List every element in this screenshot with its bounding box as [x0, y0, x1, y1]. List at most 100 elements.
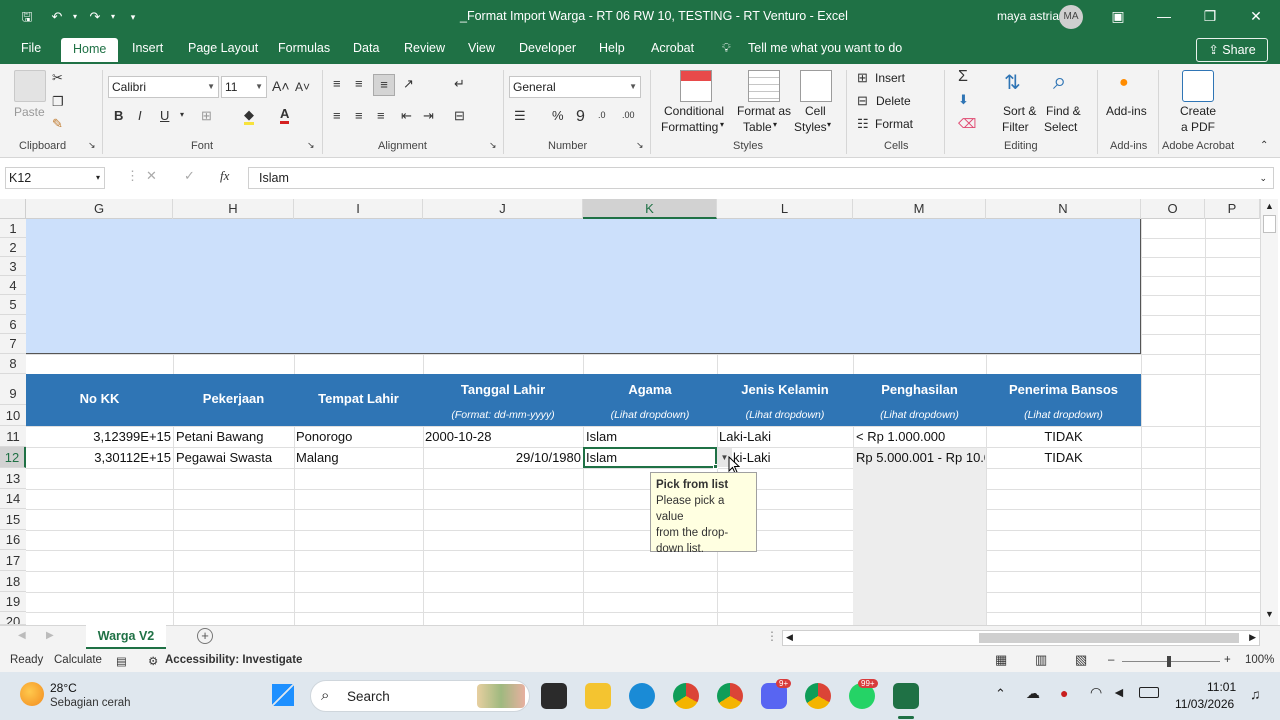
- select-all-button[interactable]: [0, 199, 26, 219]
- name-box[interactable]: K12 ▾: [5, 167, 105, 189]
- autosum-icon[interactable]: Σ: [958, 68, 968, 86]
- row-header[interactable]: 16: [0, 530, 26, 550]
- align-center-icon[interactable]: ≡: [355, 108, 363, 123]
- orientation-icon[interactable]: ↗: [403, 76, 414, 92]
- onedrive-icon[interactable]: ☁: [1026, 685, 1040, 702]
- chrome-icon[interactable]: [805, 683, 831, 709]
- conditional-formatting-label-1[interactable]: Conditional: [664, 104, 724, 118]
- sort-filter-label-2[interactable]: Filter: [1002, 120, 1029, 134]
- chrome-icon[interactable]: [717, 683, 743, 709]
- format-as-table-label-1[interactable]: Format as: [737, 104, 791, 118]
- ribbon-display-icon[interactable]: ▣: [1103, 5, 1133, 27]
- tab-formulas[interactable]: Formulas: [278, 41, 330, 55]
- create-pdf-label-2[interactable]: a PDF: [1181, 120, 1215, 134]
- create-pdf-label-1[interactable]: Create: [1180, 104, 1216, 118]
- cell-penghasilan[interactable]: < Rp 1.000.000: [856, 427, 985, 447]
- cell-pekerjaan[interactable]: Petani Bawang: [176, 427, 293, 447]
- header-jenis-kelamin[interactable]: Jenis Kelamin: [717, 382, 853, 397]
- scroll-right-icon[interactable]: ▶: [1249, 632, 1256, 643]
- format-as-table-label-2[interactable]: Table: [743, 120, 772, 134]
- row-header[interactable]: 20: [0, 612, 26, 625]
- row-header[interactable]: 11: [0, 426, 26, 447]
- font-launcher-icon[interactable]: ↘: [307, 140, 315, 151]
- cell-no-kk[interactable]: 3,30112E+15: [26, 448, 171, 468]
- cell-no-kk[interactable]: 3,12399E+15: [26, 427, 171, 447]
- horizontal-scroll-thumb[interactable]: [979, 633, 1239, 643]
- cell-styles-label-1[interactable]: Cell: [805, 104, 826, 118]
- status-calculate[interactable]: Calculate: [54, 654, 102, 666]
- fill-icon[interactable]: ⬇: [958, 92, 969, 108]
- zoom-level[interactable]: 100%: [1245, 654, 1274, 666]
- format-painter-icon[interactable]: ✎: [52, 116, 63, 132]
- number-launcher-icon[interactable]: ↘: [636, 140, 644, 151]
- excel-icon[interactable]: [893, 683, 919, 709]
- minimize-icon[interactable]: —: [1149, 5, 1179, 27]
- format-cells-icon[interactable]: ☷: [857, 116, 869, 132]
- edge-icon[interactable]: [629, 683, 655, 709]
- merged-blue-area[interactable]: [26, 219, 1141, 354]
- row-header[interactable]: 1: [0, 219, 26, 238]
- accessibility-icon[interactable]: ⚙: [148, 654, 158, 668]
- tab-help[interactable]: Help: [599, 41, 625, 55]
- row-header[interactable]: 17: [0, 550, 26, 571]
- create-pdf-icon[interactable]: [1182, 70, 1214, 102]
- align-middle-icon[interactable]: ≡: [355, 76, 363, 91]
- customize-qat-icon[interactable]: ▾: [124, 8, 142, 26]
- underline-icon[interactable]: U: [160, 108, 169, 123]
- cell-tanggal-lahir[interactable]: 2000-10-28: [425, 427, 581, 447]
- decrease-indent-icon[interactable]: ⇤: [401, 108, 412, 124]
- wrap-text-icon[interactable]: ↵: [454, 76, 465, 92]
- alignment-launcher-icon[interactable]: ↘: [489, 140, 497, 151]
- cut-icon[interactable]: ✂: [52, 70, 63, 86]
- taskbar-search[interactable]: ⌕ Search: [310, 680, 530, 712]
- find-select-label-2[interactable]: Select: [1044, 120, 1077, 134]
- decrease-font-icon[interactable]: A˅: [295, 80, 310, 94]
- file-explorer-icon[interactable]: [585, 683, 611, 709]
- collapse-ribbon-icon[interactable]: ⌃: [1260, 140, 1268, 151]
- find-select-label-1[interactable]: Find &: [1046, 104, 1081, 118]
- row-header[interactable]: 13: [0, 468, 26, 489]
- row-header[interactable]: 8: [0, 354, 26, 374]
- more-icon[interactable]: ⋮: [126, 168, 139, 184]
- close-icon[interactable]: ✕: [1241, 5, 1271, 27]
- conditional-formatting-label-2[interactable]: Formatting: [661, 120, 718, 134]
- tab-page-layout[interactable]: Page Layout: [188, 41, 258, 55]
- comma-style-icon[interactable]: 9: [576, 108, 585, 126]
- header-pekerjaan[interactable]: Pekerjaan: [173, 391, 294, 406]
- header-no-kk[interactable]: No KK: [26, 391, 173, 406]
- tab-insert[interactable]: Insert: [132, 41, 163, 55]
- weather-desc[interactable]: Sebagian cerah: [50, 697, 131, 709]
- avatar[interactable]: MA: [1059, 5, 1083, 29]
- header-penghasilan[interactable]: Penghasilan: [853, 382, 986, 397]
- scroll-up-icon[interactable]: ▲: [1265, 201, 1274, 211]
- align-bottom-icon[interactable]: ≡: [373, 74, 395, 96]
- page-break-view-icon[interactable]: ▧: [1075, 652, 1087, 668]
- scroll-down-icon[interactable]: ▼: [1265, 609, 1274, 619]
- cell-styles-icon[interactable]: [800, 70, 832, 102]
- underline-dropdown-icon[interactable]: ▾: [180, 110, 184, 119]
- accounting-format-icon[interactable]: ☰: [514, 108, 526, 124]
- volume-icon[interactable]: ◄: [1112, 684, 1126, 700]
- clock-date[interactable]: 11/03/2026: [1175, 697, 1234, 711]
- row-header[interactable]: 14: [0, 489, 26, 509]
- column-header-m[interactable]: M: [853, 199, 986, 219]
- copy-icon[interactable]: ❐: [52, 94, 64, 110]
- row-header[interactable]: 19: [0, 592, 26, 612]
- decrease-decimal-icon[interactable]: .00: [622, 110, 635, 120]
- increase-font-icon[interactable]: A˄: [272, 78, 290, 94]
- row-header[interactable]: 3: [0, 257, 26, 276]
- expand-formula-icon[interactable]: ⌄: [1259, 168, 1267, 188]
- find-select-icon[interactable]: ⌕: [1053, 68, 1066, 96]
- cell-tempat-lahir[interactable]: Malang: [296, 448, 421, 468]
- cell-penghasilan[interactable]: Rp 5.000.001 - Rp 10.0: [856, 448, 985, 468]
- weather-temp[interactable]: 28°C: [50, 681, 77, 695]
- page-layout-view-icon[interactable]: ▥: [1035, 652, 1047, 668]
- header-tanggal-lahir[interactable]: Tanggal Lahir: [423, 382, 583, 397]
- insert-function-icon[interactable]: fx: [220, 168, 229, 184]
- conditional-formatting-icon[interactable]: [680, 70, 712, 102]
- tab-home[interactable]: Home: [61, 38, 119, 62]
- zoom-slider-thumb[interactable]: [1167, 656, 1171, 667]
- clear-icon[interactable]: ⌫: [958, 116, 976, 132]
- cell-penerima-bansos[interactable]: TIDAK: [986, 448, 1141, 468]
- chrome-icon[interactable]: [673, 683, 699, 709]
